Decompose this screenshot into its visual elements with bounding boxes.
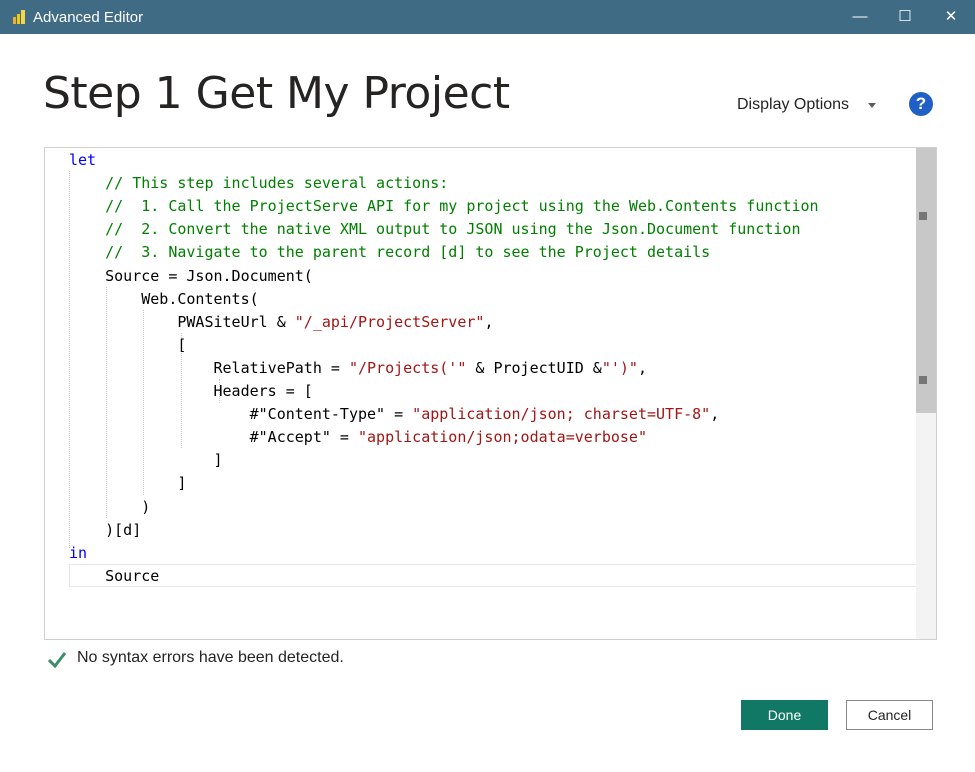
scrollbar-marker xyxy=(919,376,927,384)
close-button[interactable]: ✕ xyxy=(928,0,974,34)
display-options-dropdown[interactable]: Display Options xyxy=(737,95,849,115)
code-token: , xyxy=(484,312,494,331)
code-token: , xyxy=(710,405,720,424)
code-line[interactable]: Web.Contents( xyxy=(69,288,259,311)
code-line[interactable]: PWASiteUrl & "/_api/ProjectServer", xyxy=(69,311,493,334)
code-token: ) xyxy=(69,497,151,516)
code-token: , xyxy=(637,358,647,377)
keyword-token: let xyxy=(69,151,97,169)
code-token: ] xyxy=(69,474,187,493)
code-line[interactable]: RelativePath = "/Projects('" & ProjectUI… xyxy=(69,357,647,380)
checkmark-icon xyxy=(47,652,67,669)
code-line[interactable]: // 2. Convert the native XML output to J… xyxy=(69,218,801,241)
string-token: "application/json;odata=verbose" xyxy=(357,428,647,447)
query-title: Step 1 Get My Project xyxy=(43,68,510,119)
comment-token: // 1. Call the ProjectServe API for my p… xyxy=(105,197,819,216)
code-line[interactable]: ] xyxy=(69,449,223,472)
code-line[interactable]: // 1. Call the ProjectServe API for my p… xyxy=(69,195,819,218)
code-token: [ xyxy=(69,335,187,354)
code-line[interactable]: in xyxy=(69,542,87,565)
string-token: "')" xyxy=(601,358,638,377)
scrollbar-marker xyxy=(919,212,927,220)
maximize-button[interactable]: ☐ xyxy=(882,0,928,34)
code-line[interactable]: [ xyxy=(69,334,186,357)
cancel-button[interactable]: Cancel xyxy=(846,700,933,730)
scrollbar-thumb[interactable] xyxy=(916,148,936,413)
minimize-button[interactable]: — xyxy=(837,0,883,34)
code-token: Web.Contents( xyxy=(69,289,259,308)
code-line[interactable]: ] xyxy=(69,472,186,495)
code-line[interactable]: Source xyxy=(69,565,159,588)
code-line[interactable]: let xyxy=(69,149,96,172)
code-line[interactable]: // This step includes several actions: xyxy=(69,172,448,195)
window-title: Advanced Editor xyxy=(33,9,144,26)
caret-down-icon[interactable] xyxy=(868,103,876,108)
code-token: Source = Json.Document( xyxy=(69,266,313,285)
code-line[interactable]: // 3. Navigate to the parent record [d] … xyxy=(69,241,710,264)
keyword-token: in xyxy=(69,543,88,562)
code-token: & ProjectUID & xyxy=(466,358,602,377)
code-token: )[d] xyxy=(69,520,142,539)
comment-token: // This step includes several actions: xyxy=(105,174,449,193)
code-token: ] xyxy=(69,451,223,470)
code-line[interactable]: )[d] xyxy=(69,519,141,542)
code-token: RelativePath = xyxy=(69,358,349,377)
code-line[interactable]: #"Accept" = "application/json;odata=verb… xyxy=(69,426,647,449)
help-icon[interactable]: ? xyxy=(909,92,933,116)
status-text: No syntax errors have been detected. xyxy=(77,649,344,666)
comment-token: // 2. Convert the native XML output to J… xyxy=(105,220,801,239)
code-token: Source xyxy=(69,566,160,585)
code-token: #"Content-Type" = xyxy=(69,405,413,424)
code-editor[interactable]: let // This step includes several action… xyxy=(44,147,937,640)
string-token: "/_api/ProjectServer" xyxy=(294,312,485,331)
code-token: PWASiteUrl & xyxy=(69,312,295,331)
vertical-scrollbar[interactable] xyxy=(916,148,936,639)
power-bi-icon xyxy=(13,10,25,24)
comment-token: // 3. Navigate to the parent record [d] … xyxy=(105,243,711,262)
string-token: "application/json; charset=UTF-8" xyxy=(412,405,711,424)
code-line[interactable]: #"Content-Type" = "application/json; cha… xyxy=(69,403,720,426)
window-titlebar: Advanced Editor — ☐ ✕ xyxy=(0,0,975,34)
code-token: Headers = [ xyxy=(69,382,313,400)
code-token: #"Accept" = xyxy=(69,428,358,447)
code-line[interactable]: Headers = [ xyxy=(69,380,313,403)
string-token: "/Projects('" xyxy=(348,358,467,377)
code-line[interactable]: Source = Json.Document( xyxy=(69,265,313,288)
current-line-highlight xyxy=(69,564,935,587)
done-button[interactable]: Done xyxy=(741,700,828,730)
code-line[interactable]: ) xyxy=(69,496,150,519)
